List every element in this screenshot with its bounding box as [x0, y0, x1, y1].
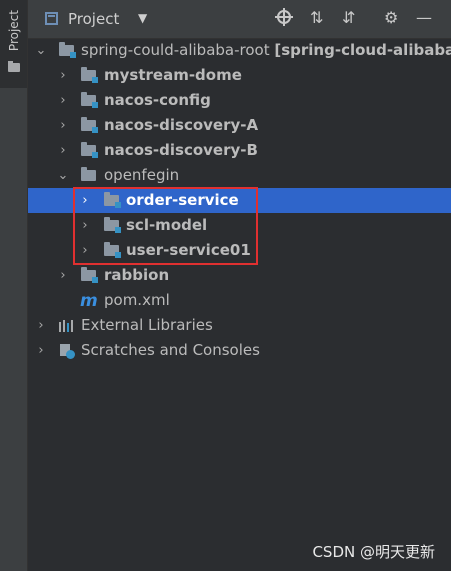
project-view-title[interactable]: Project — [68, 10, 119, 28]
tree-row[interactable]: m pom.xml — [28, 288, 451, 313]
collapse-all-icon[interactable]: ⇵ — [342, 9, 355, 27]
module-folder-icon — [81, 117, 98, 133]
tree-item-label: External Libraries — [81, 316, 213, 334]
module-folder-icon — [81, 142, 98, 158]
folder-icon — [81, 167, 96, 181]
module-folder-icon — [81, 92, 98, 108]
highlight-annotation-box — [73, 187, 258, 265]
tree-item-label: Scratches and Consoles — [81, 341, 260, 359]
project-tab-label: Project — [7, 10, 21, 52]
tree-row[interactable]: › External Libraries — [28, 313, 451, 338]
tree-row-root[interactable]: ⌄ spring-could-alibaba-root [spring-clou… — [28, 38, 451, 63]
chevron-down-icon[interactable]: ▼ — [138, 11, 147, 25]
chevron-down-icon[interactable]: ⌄ — [57, 163, 69, 188]
chevron-right-icon[interactable]: › — [35, 313, 47, 338]
tree-item-label: rabbion — [104, 266, 170, 284]
tree-item-label: mystream-dome — [104, 66, 242, 84]
tree-row[interactable]: › mystream-dome — [28, 63, 451, 88]
tree-row[interactable]: › rabbion — [28, 263, 451, 288]
module-folder-icon — [81, 267, 98, 283]
tree-item-label: openfegin — [104, 166, 180, 184]
project-view-icon — [45, 12, 58, 25]
library-icon — [59, 320, 75, 332]
watermark: CSDN @明天更新 — [312, 543, 435, 561]
tree-item-label: nacos-discovery-B — [104, 141, 258, 159]
chevron-down-icon[interactable]: ⌄ — [35, 38, 47, 63]
chevron-right-icon[interactable]: › — [35, 338, 47, 363]
module-folder-icon — [59, 42, 76, 58]
scratches-icon — [60, 344, 75, 359]
tree-row[interactable]: ⌄ openfegin — [28, 163, 451, 188]
expand-all-icon[interactable]: ⇅ — [310, 9, 323, 27]
folder-icon — [8, 61, 20, 72]
project-tool-tab[interactable]: Project — [0, 0, 27, 88]
root-project-name: [spring-cloud-alibaba- — [274, 41, 451, 59]
gear-icon[interactable]: ⚙ — [384, 9, 398, 27]
tree-item-label: pom.xml — [104, 291, 170, 309]
tree-item-label: nacos-discovery-A — [104, 116, 259, 134]
root-label: spring-could-alibaba-root — [81, 41, 270, 59]
tree-row[interactable]: › nacos-config — [28, 88, 451, 113]
chevron-right-icon[interactable]: › — [57, 88, 69, 113]
locate-file-icon[interactable] — [275, 8, 293, 26]
chevron-right-icon[interactable]: › — [57, 138, 69, 163]
tree-item-label: nacos-config — [104, 91, 211, 109]
maven-icon: m — [80, 291, 98, 311]
module-folder-icon — [81, 67, 98, 83]
hide-icon[interactable]: — — [416, 9, 432, 27]
tool-window-strip: Project — [0, 0, 28, 571]
chevron-right-icon[interactable]: › — [57, 113, 69, 138]
chevron-right-icon[interactable]: › — [57, 63, 69, 88]
tree-row[interactable]: › nacos-discovery-A — [28, 113, 451, 138]
project-toolbar: Project ▼ ⇅ ⇵ ⚙ — — [28, 0, 451, 39]
tree-row[interactable]: › nacos-discovery-B — [28, 138, 451, 163]
tree-row[interactable]: › Scratches and Consoles — [28, 338, 451, 363]
chevron-right-icon[interactable]: › — [57, 263, 69, 288]
